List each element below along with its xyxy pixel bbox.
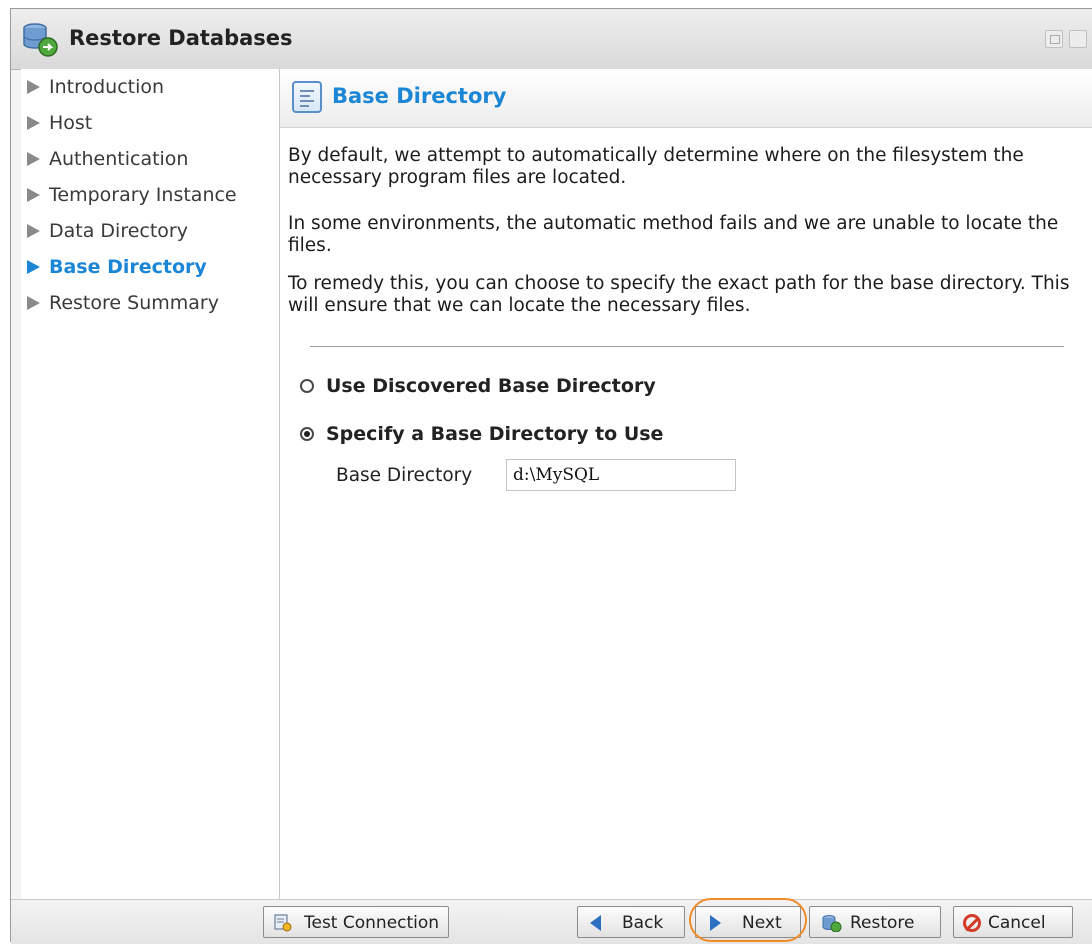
use-discovered-option[interactable]: Use Discovered Base Directory <box>296 375 696 405</box>
window-title: Restore Databases <box>69 26 293 50</box>
chevron-right-icon <box>710 915 721 931</box>
triangle-right-icon <box>27 116 40 130</box>
option-label: Specify a Base Directory to Use <box>326 423 664 445</box>
close-window-button[interactable] <box>1069 30 1087 48</box>
description-paragraph: To remedy this, you can choose to specif… <box>288 273 1070 316</box>
button-label: Back <box>622 913 664 933</box>
triangle-right-icon <box>27 296 40 310</box>
radio-button-unchecked[interactable] <box>300 379 314 393</box>
chevron-left-icon <box>590 915 601 931</box>
radio-button-checked[interactable] <box>300 427 314 441</box>
document-list-icon <box>292 81 322 113</box>
nav-item-label: Data Directory <box>49 220 188 242</box>
specify-base-directory-option[interactable]: Specify a Base Directory to Use <box>296 423 696 453</box>
description-paragraph: By default, we attempt to automatically … <box>288 145 1024 188</box>
nav-item-temporary-instance[interactable]: Temporary Instance <box>21 177 279 213</box>
nav-item-label: Introduction <box>49 76 165 98</box>
triangle-right-icon <box>27 188 40 202</box>
cancel-button[interactable]: Cancel <box>953 906 1073 938</box>
button-label: Restore <box>850 913 915 933</box>
triangle-right-icon <box>27 260 40 274</box>
button-label: Next <box>742 913 782 933</box>
button-label: Cancel <box>988 913 1046 933</box>
nav-item-introduction[interactable]: Introduction <box>21 69 279 105</box>
cancel-icon <box>963 914 981 932</box>
triangle-right-icon <box>27 80 40 94</box>
next-button[interactable]: Next <box>695 906 801 938</box>
button-label: Test Connection <box>304 913 440 933</box>
main-panel: Base Directory By default, we attempt to… <box>280 69 1092 899</box>
nav-item-restore-summary[interactable]: Restore Summary <box>21 285 279 321</box>
nav-item-label: Base Directory <box>49 256 207 278</box>
nav-item-label: Temporary Instance <box>49 184 237 206</box>
wizard-steps-sidebar: Introduction Host Authentication Tempora… <box>21 69 280 899</box>
nav-item-host[interactable]: Host <box>21 105 279 141</box>
restore-button[interactable]: Restore <box>809 906 941 938</box>
window-restore-icon <box>1050 35 1060 44</box>
description-paragraph: In some environments, the automatic meth… <box>288 213 1059 256</box>
nav-item-label: Restore Summary <box>49 292 219 314</box>
database-restore-icon <box>822 915 842 932</box>
nav-item-authentication[interactable]: Authentication <box>21 141 279 177</box>
divider <box>310 346 1064 347</box>
triangle-right-icon <box>27 224 40 238</box>
section-header: Base Directory <box>280 69 1092 128</box>
back-button[interactable]: Back <box>577 906 685 938</box>
nav-item-label: Host <box>49 112 93 134</box>
section-title: Base Directory <box>332 84 507 108</box>
title-bar: Restore Databases <box>11 9 1092 70</box>
option-label: Use Discovered Base Directory <box>326 375 656 397</box>
button-bar: Test Connection Back Next Restore Cancel <box>11 898 1092 944</box>
test-connection-icon <box>274 914 292 932</box>
base-directory-input[interactable] <box>506 459 736 491</box>
nav-item-data-directory[interactable]: Data Directory <box>21 213 279 249</box>
base-directory-label: Base Directory <box>336 465 473 486</box>
restore-databases-window: Restore Databases Introduction Host Auth… <box>10 8 1092 944</box>
nav-item-label: Authentication <box>49 148 189 170</box>
restore-window-button[interactable] <box>1045 30 1063 48</box>
triangle-right-icon <box>27 152 40 166</box>
database-restore-icon <box>23 23 58 57</box>
test-connection-button[interactable]: Test Connection <box>263 906 449 938</box>
nav-item-base-directory[interactable]: Base Directory <box>21 249 279 285</box>
